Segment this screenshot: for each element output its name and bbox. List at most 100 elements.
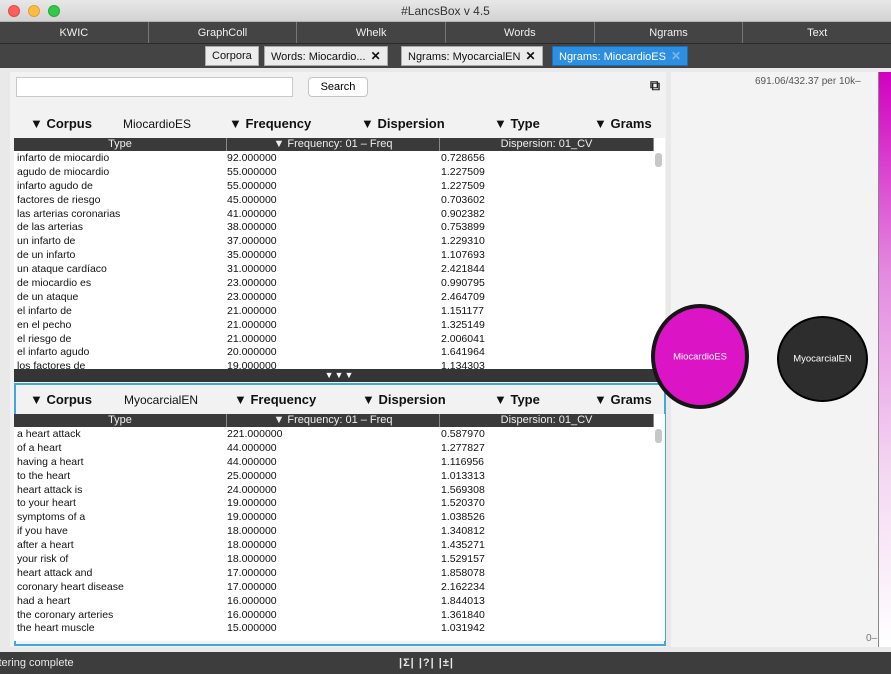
column-header-frequency[interactable]: ▼ Frequency: 01 – Freq <box>227 138 440 151</box>
table-row[interactable]: de las arterias 38.000000 0.753899 <box>14 221 654 235</box>
corpus-node-myocarcialen[interactable]: MyocarcialEN <box>777 316 868 402</box>
table-row[interactable]: of a heart 44.000000 1.277827 <box>14 442 654 456</box>
table-row[interactable]: los factores de 19.000000 1.134303 <box>14 360 654 369</box>
type-filter[interactable]: ▼ Type <box>494 392 540 407</box>
table-row[interactable]: your risk of 18.000000 1.529157 <box>14 553 654 567</box>
frequency-filter[interactable]: ▼ Frequency <box>229 116 311 131</box>
cell-dispersion: 1.031942 <box>441 622 485 635</box>
vertical-scrollbar[interactable] <box>655 428 662 640</box>
column-header-frequency[interactable]: ▼ Frequency: 01 – Freq <box>227 414 440 427</box>
table-row[interactable]: las arterias coronarias 41.000000 0.902382 <box>14 208 654 222</box>
search-input[interactable] <box>16 77 293 97</box>
column-header-dispersion[interactable]: Dispersion: 01_CV <box>440 138 654 151</box>
export-icon[interactable]: ⧉ <box>650 77 665 93</box>
table-row[interactable]: to the heart 25.000000 1.013313 <box>14 470 654 484</box>
table-row[interactable]: had a heart 16.000000 1.844013 <box>14 595 654 609</box>
sub-tab-label: Words: Miocardio... <box>271 51 366 63</box>
sub-tab-3[interactable]: Ngrams: MiocardioES ✕ <box>552 46 689 66</box>
corpus-filter[interactable]: ▼ Corpus <box>30 392 92 407</box>
table-row[interactable]: having a heart 44.000000 1.116956 <box>14 456 654 470</box>
table-row[interactable]: infarto de miocardio 92.000000 0.728656 <box>14 152 654 166</box>
cell-frequency: 18.000000 <box>227 553 277 566</box>
sub-tab-2[interactable]: Ngrams: MyocarcialEN ✕ <box>401 46 543 66</box>
cell-type: if you have <box>17 525 68 538</box>
cell-type: the coronary arteries <box>17 608 114 621</box>
frequency-filter[interactable]: ▼ Frequency <box>234 392 316 407</box>
column-header-dispersion[interactable]: Dispersion: 01_CV <box>440 414 654 427</box>
scale-max-label: 691.06/432.37 per 10k– <box>755 76 861 87</box>
cell-dispersion: 1.858078 <box>441 566 485 579</box>
table-row[interactable]: de un infarto 35.000000 1.107693 <box>14 249 654 263</box>
table-row[interactable]: el riesgo de 21.000000 2.006041 <box>14 333 654 347</box>
table-row[interactable]: de miocardio es 23.000000 0.990795 <box>14 277 654 291</box>
table-row[interactable]: el infarto de 21.000000 1.151177 <box>14 305 654 319</box>
cell-frequency: 16.000000 <box>227 608 277 621</box>
table-row[interactable]: un ataque cardíaco 31.000000 2.421844 <box>14 263 654 277</box>
table-row[interactable]: un infarto de 37.000000 1.229310 <box>14 235 654 249</box>
table-row[interactable]: the coronary arteries 16.000000 1.361840 <box>14 609 654 623</box>
main-tab-whelk[interactable]: Whelk <box>297 22 447 43</box>
cell-type: factores de riesgo <box>17 193 101 206</box>
main-tab-ngrams[interactable]: Ngrams <box>595 22 744 43</box>
search-button[interactable]: Search <box>308 77 368 97</box>
cell-frequency: 25.000000 <box>227 469 277 482</box>
main-tab-words[interactable]: Words <box>446 22 595 43</box>
cell-frequency: 19.000000 <box>227 360 277 369</box>
status-tool-icons[interactable]: |Σ| |?| |±| <box>399 657 454 669</box>
cell-frequency: 17.000000 <box>227 566 277 579</box>
dispersion-filter[interactable]: ▼ Dispersion <box>362 392 446 407</box>
scrollbar-thumb[interactable] <box>655 429 662 443</box>
corpus-filter[interactable]: ▼ Corpus <box>30 116 92 131</box>
cell-dispersion: 1.569308 <box>441 483 485 496</box>
close-tab-icon[interactable]: ✕ <box>525 49 535 63</box>
table-row[interactable]: agudo de miocardio 55.000000 1.227509 <box>14 166 654 180</box>
table-row[interactable]: to your heart 19.000000 1.520370 <box>14 497 654 511</box>
window-title: #LancsBox v 4.5 <box>401 4 490 18</box>
cell-frequency: 23.000000 <box>227 290 277 303</box>
table-row[interactable]: the heart muscle 15.000000 1.031942 <box>14 622 654 636</box>
cell-dispersion: 2.162234 <box>441 580 485 593</box>
grams-filter[interactable]: ▼ Grams <box>594 116 652 131</box>
table-row[interactable]: infarto agudo de 55.000000 1.227509 <box>14 180 654 194</box>
table-row[interactable]: heart attack is 24.000000 1.569308 <box>14 484 654 498</box>
table-row[interactable]: a heart attack 221.000000 0.587970 <box>14 428 654 442</box>
splitter-handle[interactable]: ▼▼▼ <box>14 369 665 382</box>
type-filter[interactable]: ▼ Type <box>494 116 540 131</box>
close-tab-icon[interactable]: ✕ <box>671 49 681 63</box>
sub-tab-1[interactable]: Words: Miocardio... ✕ <box>264 46 388 66</box>
table-row[interactable]: after a heart 18.000000 1.435271 <box>14 539 654 553</box>
cell-type: infarto agudo de <box>17 179 93 192</box>
column-header-type[interactable]: Type <box>14 414 227 427</box>
table-row[interactable]: if you have 18.000000 1.340812 <box>14 525 654 539</box>
cell-type: heart attack and <box>17 566 93 579</box>
main-tab-text[interactable]: Text <box>743 22 891 43</box>
table-row[interactable]: heart attack and 17.000000 1.858078 <box>14 567 654 581</box>
table-body: a heart attack 221.000000 0.587970 of a hea… <box>14 428 654 640</box>
sub-tab-label: Corpora <box>212 50 252 62</box>
dispersion-filter[interactable]: ▼ Dispersion <box>361 116 445 131</box>
cell-frequency: 221.000000 <box>227 428 283 440</box>
node-label: MiocardioES <box>673 351 727 362</box>
cell-type: de un ataque <box>17 290 79 303</box>
cell-type: las arterias coronarias <box>17 207 121 220</box>
cell-type: de las arterias <box>17 221 83 234</box>
main-tab-kwic[interactable]: KWIC <box>0 22 149 43</box>
sub-tab-0[interactable]: Corpora <box>205 46 259 66</box>
cell-frequency: 24.000000 <box>227 483 277 496</box>
corpus-node-miocardioes[interactable]: MiocardioES <box>651 304 749 409</box>
table-row[interactable]: symptoms of a 19.000000 1.038526 <box>14 511 654 525</box>
table-row[interactable]: en el pecho 21.000000 1.325149 <box>14 319 654 333</box>
cell-dispersion: 1.520370 <box>441 497 485 510</box>
main-tab-graphcoll[interactable]: GraphColl <box>149 22 298 43</box>
table-row[interactable]: factores de riesgo 45.000000 0.703602 <box>14 194 654 208</box>
table-row[interactable]: coronary heart disease 17.000000 2.162234 <box>14 581 654 595</box>
grams-filter[interactable]: ▼ Grams <box>594 392 652 407</box>
cell-type: your risk of <box>17 553 69 566</box>
window-titlebar: #LancsBox v 4.5 <box>0 0 891 22</box>
column-header-type[interactable]: Type <box>14 138 227 151</box>
table-row[interactable]: de un ataque 23.000000 2.464709 <box>14 291 654 305</box>
close-tab-icon[interactable]: ✕ <box>371 49 381 63</box>
cell-dispersion: 0.902382 <box>441 207 485 220</box>
table-row[interactable]: el infarto agudo 20.000000 1.641964 <box>14 346 654 360</box>
scrollbar-thumb[interactable] <box>655 153 662 167</box>
